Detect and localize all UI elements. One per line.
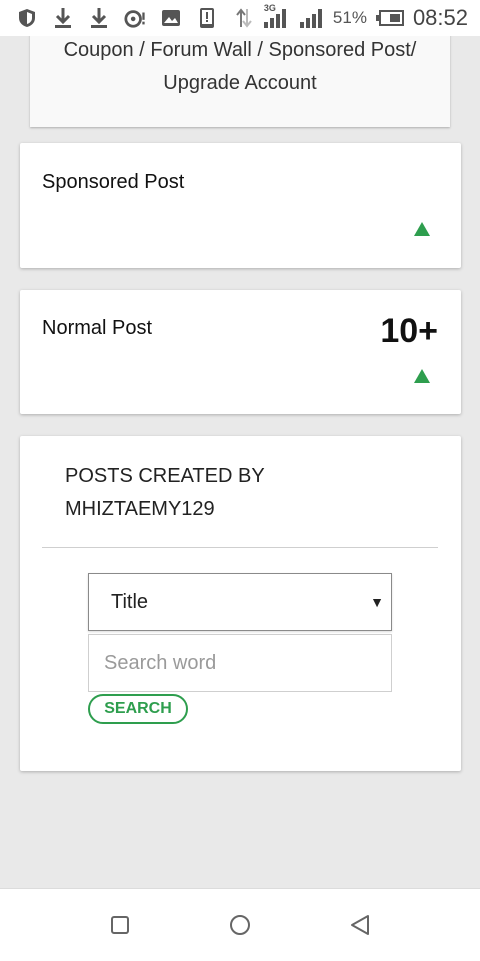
- posts-heading-line1: POSTS CREATED BY: [65, 465, 265, 487]
- sponsored-post-title: Sponsored Post: [42, 171, 185, 193]
- search-input[interactable]: [88, 634, 392, 692]
- back-button[interactable]: [340, 909, 380, 941]
- back-triangle-icon: [351, 915, 369, 935]
- divider: [42, 547, 438, 548]
- up-arrow-icon: [414, 222, 430, 236]
- image-icon: [160, 7, 182, 29]
- system-navigation-bar: [0, 888, 480, 961]
- select-value: Title: [111, 591, 149, 613]
- posts-search-card: POSTS CREATED BY MHIZTAEMY129 Title ▼ SE…: [20, 436, 461, 771]
- download-icon: [52, 7, 74, 29]
- dropdown-caret-icon: ▼: [370, 594, 384, 610]
- status-bar-system: 3G 51% 08:52: [233, 3, 468, 31]
- square-icon: [111, 916, 129, 934]
- circle-icon: [230, 915, 250, 935]
- search-button[interactable]: SEARCH: [88, 694, 188, 724]
- signal-icon: 3G: [263, 3, 291, 29]
- status-bar: 3G 51% 08:52: [0, 0, 480, 36]
- search-field-select[interactable]: Title ▼: [88, 573, 392, 631]
- network-type-label: 3G: [263, 3, 276, 13]
- status-bar-notifications: [16, 7, 218, 29]
- normal-post-count: 10+: [380, 312, 438, 350]
- battery-icon: [375, 7, 405, 29]
- data-arrows-icon: [233, 7, 255, 29]
- posts-heading-username: MHIZTAEMY129: [65, 498, 215, 520]
- home-button[interactable]: [220, 909, 260, 941]
- signal-icon: [299, 7, 325, 29]
- speedometer-icon: [124, 7, 146, 29]
- normal-post-card[interactable]: Normal Post 10+: [20, 290, 461, 414]
- sponsored-post-card[interactable]: Sponsored Post: [20, 143, 461, 268]
- normal-post-title: Normal Post: [42, 317, 153, 339]
- posts-heading: POSTS CREATED BY MHIZTAEMY129: [65, 460, 265, 526]
- top-links-line1[interactable]: Coupon / Forum Wall / Sponsored Post/: [30, 34, 450, 67]
- download-icon: [88, 7, 110, 29]
- battery-percent: 51%: [332, 8, 367, 27]
- up-arrow-icon: [414, 369, 430, 383]
- shield-icon: [16, 7, 38, 29]
- recent-apps-button[interactable]: [100, 909, 140, 941]
- top-links-line2[interactable]: Upgrade Account: [30, 67, 450, 100]
- phone-alert-icon: [196, 7, 218, 29]
- top-links-card: Coupon / Forum Wall / Sponsored Post/ Up…: [30, 20, 450, 127]
- clock: 08:52: [412, 5, 468, 30]
